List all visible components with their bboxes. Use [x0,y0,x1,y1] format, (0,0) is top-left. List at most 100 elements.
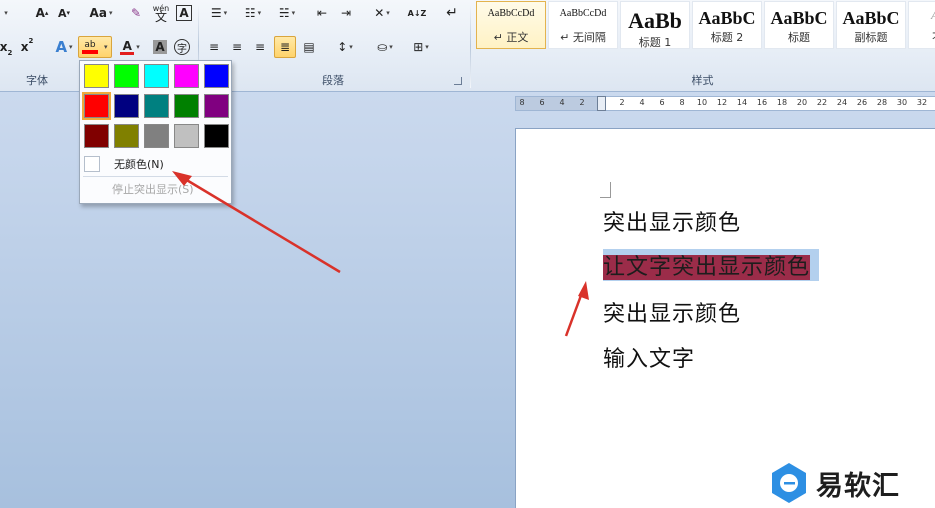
color-swatch[interactable] [144,94,169,118]
borders-button[interactable]: ⊞ ▾ [406,36,436,58]
align-right-button[interactable]: ≡ [250,36,270,58]
ruler-number: 6 [659,98,665,107]
line-spacing-icon: ↕ [337,40,348,54]
line-spacing-button[interactable]: ↕ ▾ [331,36,359,58]
brand-logo-icon [772,463,806,503]
decrease-indent-button[interactable]: ⇤ [312,2,332,24]
paragraph-dialog-launcher[interactable] [454,77,462,85]
style-item[interactable]: AaBbC 副标题 [836,1,906,49]
ruler-number: 20 [796,98,808,107]
ruler-number: 10 [696,98,708,107]
text-effects-button[interactable]: A ▾ [50,36,78,58]
style-item[interactable]: AaBb 标题 1 [620,1,690,49]
ruler-number: 16 [756,98,768,107]
selected-highlighted-line[interactable]: 让文字突出显示颜色 [603,249,820,281]
paint-bucket-icon: ⛀ [377,40,388,54]
style-name: 标题 1 [638,36,672,49]
ruler-number: 6 [539,98,545,107]
change-case-button[interactable]: Aa ▾ [87,2,115,24]
asian-layout-button[interactable]: ✕ ▾ [366,2,398,24]
color-swatch[interactable] [204,124,229,148]
align-left-button[interactable]: ≡ [204,36,224,58]
color-swatch[interactable] [114,64,139,88]
ruler-number: 12 [716,98,728,107]
ruler-number: 8 [519,98,525,107]
document-line[interactable]: 突出显示颜色 [603,205,741,237]
show-marks-button[interactable]: ↵ [442,2,462,24]
color-swatch[interactable] [174,124,199,148]
color-swatch[interactable] [204,64,229,88]
document-page[interactable]: 突出显示颜色 让文字突出显示颜色 突出显示颜色 输入文字 [515,128,935,508]
shading-button[interactable]: ⛀ ▾ [370,36,400,58]
text-highlight-color-button[interactable]: ab ▾ [78,36,112,58]
font-color-button[interactable]: A ▾ [115,36,145,58]
ruler-number: 8 [679,98,685,107]
color-swatch[interactable] [174,64,199,88]
indent-marker[interactable] [597,96,606,111]
multilevel-list-icon: ☵ [278,6,290,20]
color-swatch[interactable] [82,92,111,120]
ruler-number: 2 [579,98,585,107]
superscript-button[interactable]: x2 [18,36,36,58]
increase-indent-button[interactable]: ⇥ [336,2,356,24]
no-color-option[interactable]: 无颜色(N) [83,153,228,174]
style-preview: AaBbCcDd [559,8,607,19]
styles-group: AaBbCcDd ↵ 正文 AaBbCcDd ↵ 无间隔 AaBb 标题 1 AaBbC 标题… [470,0,935,91]
multilevel-list-button[interactable]: ☵ ▾ [272,2,302,24]
borders-icon: ⊞ [413,40,424,54]
ruler-number: 32 [916,98,928,107]
font-group-label: 字体 [26,74,48,87]
justify-button[interactable]: ≣ [274,36,296,58]
character-border-button[interactable]: A [175,2,193,24]
numbering-button[interactable]: ☷ ▾ [238,2,268,24]
distributed-button[interactable]: ▤ [299,36,319,58]
ruler-number: 24 [836,98,848,107]
ruler-number: 18 [776,98,788,107]
color-swatch[interactable] [84,124,109,148]
bullets-button[interactable]: ☰ ▾ [204,2,234,24]
ruler-number: 28 [876,98,888,107]
watermark-logo: 易软汇 [770,462,900,504]
paragraph-group-label: 段落 [322,74,344,87]
ruler-number: 22 [816,98,828,107]
style-item[interactable]: AaBbC 标题 2 [692,1,762,49]
font-group: ▾ A ▴ A ▾ x2 x2 A ▾ 字体 [0,0,74,91]
center-button[interactable]: ≡ [227,36,247,58]
highlight-color-menu: 无颜色(N) 停止突出显示(S) [79,60,232,204]
character-shading-button[interactable]: A [151,36,169,58]
style-name: ↵ 无间隔 [560,31,606,44]
ruler-number: 2 [619,98,625,107]
color-swatch[interactable] [114,124,139,148]
style-name: ↵ 正文 [493,31,529,44]
color-swatch[interactable] [174,94,199,118]
style-item[interactable]: AaBbCcDd ↵ 正文 [476,1,546,49]
enclose-characters-button[interactable]: 字 [172,36,192,58]
sort-button[interactable]: A↓Z [406,2,428,24]
style-name: 标题 2 [710,31,744,44]
subscript-button[interactable]: x2 [0,36,14,58]
crop-mark [600,182,611,198]
style-name: 副标题 [854,31,888,44]
color-swatch[interactable] [114,94,139,118]
color-swatch[interactable] [84,64,109,88]
stop-highlighting-option: 停止突出显示(S) [112,183,194,196]
horizontal-ruler[interactable]: 8 6 4 2 2 4 6 8 10 12 14 16 18 20 22 24 26 28 30 32 [515,96,935,111]
style-preview: AaBbC [770,8,828,28]
color-swatch[interactable] [204,94,229,118]
document-line[interactable]: 突出显示颜色 [603,296,741,328]
styles-group-label: 样式 [691,74,714,87]
font-size-dropdown-arrow[interactable]: ▾ [0,2,10,24]
distributed-icon: ▤ [303,40,315,54]
grow-font-button[interactable]: A ▴ [32,2,52,24]
justify-icon: ≣ [279,40,291,54]
color-swatch[interactable] [144,124,169,148]
style-item[interactable]: AaBl不明 [908,1,935,49]
shrink-font-button[interactable]: A ▾ [54,2,74,24]
paragraph-mark-icon: ↵ [446,5,458,21]
phonetic-guide-button[interactable]: wén 文 [150,2,172,24]
document-line[interactable]: 输入文字 [603,341,695,373]
style-item[interactable]: AaBbC 标题 [764,1,834,49]
clear-format-icon[interactable]: ✎ [126,2,146,24]
style-item[interactable]: AaBbCcDd ↵ 无间隔 [548,1,618,49]
color-swatch[interactable] [144,64,169,88]
